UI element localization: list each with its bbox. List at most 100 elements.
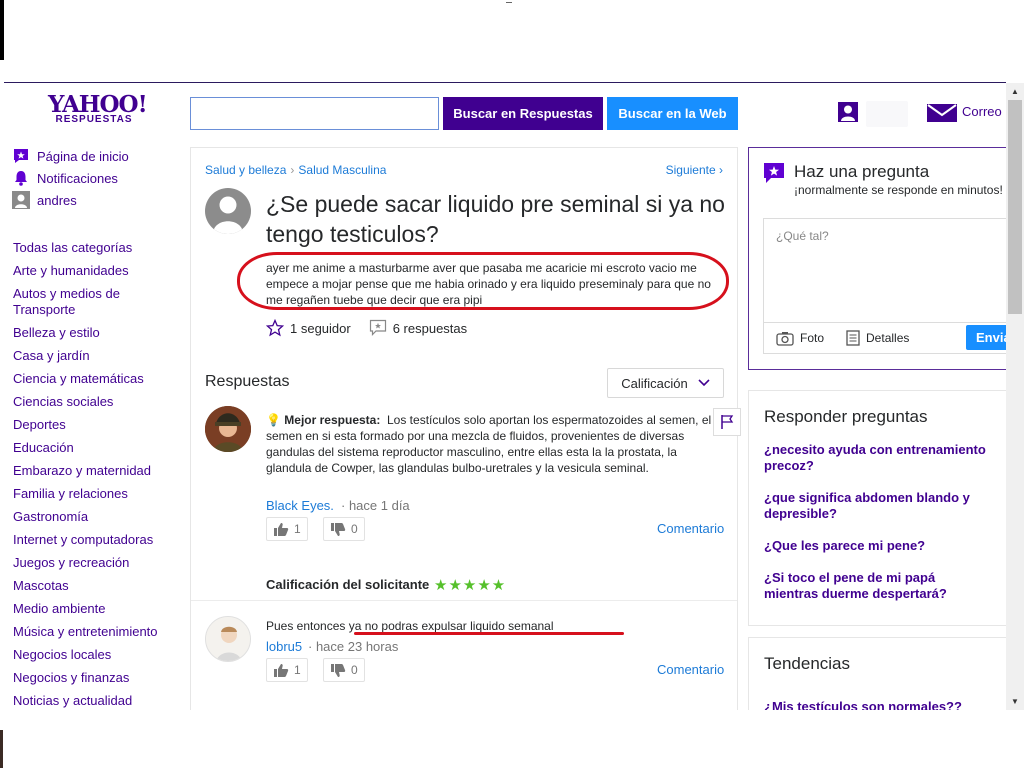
user-icon <box>12 191 30 209</box>
nav-profile[interactable]: andres <box>12 189 129 211</box>
thumbs-down-icon <box>331 663 346 677</box>
ask-subtitle: ¡normalmente se responde en minutos! <box>794 183 1003 197</box>
user-icon[interactable] <box>838 102 858 122</box>
answer-time: · hace 23 horas <box>308 639 399 654</box>
ask-textarea[interactable]: ¿Qué tal? <box>763 218 1006 322</box>
question-panel: Salud y belleza › Salud Masculina Siguient… <box>190 147 741 710</box>
trend-item[interactable]: ¿Mis testículos son normales?? <box>764 699 989 710</box>
upvote-count: 1 <box>294 522 301 536</box>
downvote-button[interactable]: 0 <box>323 517 365 541</box>
top-blank-strip <box>0 0 1024 82</box>
search-input[interactable] <box>190 97 439 130</box>
category-medio-ambiente[interactable]: Medio ambiente <box>13 601 173 617</box>
nav-home[interactable]: Página de inicio <box>12 145 129 167</box>
comment-link[interactable]: Comentario <box>657 521 724 536</box>
bottom-blank-strip <box>0 710 1024 768</box>
category-familia[interactable]: Familia y relaciones <box>13 486 173 502</box>
category-negocios-locales[interactable]: Negocios locales <box>13 647 173 663</box>
answer-text: Pues entonces ya no podras expulsar liqu… <box>266 619 554 633</box>
trends-title: Tendencias <box>764 654 851 673</box>
chevron-right-icon: › <box>719 163 723 177</box>
photo-label: Foto <box>800 331 825 345</box>
thumbs-up-icon <box>274 663 289 677</box>
category-educacion[interactable]: Educación <box>13 440 173 456</box>
mail-link[interactable]: Correo <box>962 104 1002 119</box>
category-ciencia[interactable]: Ciencia y matemáticas <box>13 371 173 387</box>
best-answer-label: Mejor respuesta: <box>284 413 381 427</box>
category-internet[interactable]: Internet y computadoras <box>13 532 173 548</box>
user-name-area[interactable] <box>866 101 908 127</box>
mail-icon[interactable] <box>927 104 957 122</box>
category-autos[interactable]: Autos y medios de Transporte <box>13 286 173 318</box>
ask-question-box: Haz una pregunta ¡normalmente se respond… <box>748 147 1006 370</box>
yahoo-respuestas-logo[interactable]: YAHOO! RESPUESTAS <box>48 93 148 125</box>
category-embarazo[interactable]: Embarazo y maternidad <box>13 463 173 479</box>
category-all[interactable]: Todas las categorías <box>13 240 173 256</box>
search-web-button[interactable]: Buscar en la Web <box>607 97 738 130</box>
search-answers-button[interactable]: Buscar en Respuestas <box>443 97 603 130</box>
document-icon <box>846 330 860 346</box>
answer-bubble-icon <box>369 319 386 336</box>
answer-divider <box>191 600 737 601</box>
window-edge <box>0 0 4 60</box>
photo-button[interactable]: Foto <box>776 331 824 346</box>
breadcrumb-salud-masculina[interactable]: Salud Masculina <box>298 163 386 177</box>
asker-rating-label: Calificación del solicitante <box>266 577 430 592</box>
lightbulb-icon: 💡 <box>266 413 281 427</box>
upvote-button[interactable]: 1 <box>266 658 308 682</box>
upvote-count: 1 <box>294 663 301 677</box>
red-annotation-underline <box>354 632 624 635</box>
category-musica[interactable]: Música y entretenimiento <box>13 624 173 640</box>
follow-button[interactable]: 1 seguidor <box>266 319 351 337</box>
category-mascotas[interactable]: Mascotas <box>13 578 173 594</box>
category-ciencias-sociales[interactable]: Ciencias sociales <box>13 394 173 410</box>
category-juegos[interactable]: Juegos y recreación <box>13 555 173 571</box>
downvote-count: 0 <box>351 522 358 536</box>
category-casa[interactable]: Casa y jardín <box>13 348 173 364</box>
asker-avatar[interactable] <box>205 188 251 234</box>
suggested-question[interactable]: ¿Que les parece mi pene? <box>764 538 989 554</box>
suggested-question[interactable]: ¿necesito ayuda con entrenamiento precoz… <box>764 442 989 474</box>
answers-count: 6 respuestas <box>392 320 468 336</box>
next-question-link[interactable]: Siguiente › <box>666 163 723 177</box>
details-label: Detalles <box>866 331 910 345</box>
scroll-up-arrow-icon[interactable]: ▲ <box>1006 83 1024 100</box>
comment-link[interactable]: Comentario <box>657 662 724 677</box>
nav-notifications[interactable]: Notificaciones <box>12 167 129 189</box>
category-arte[interactable]: Arte y humanidades <box>13 263 173 279</box>
rating-stars: ★★★★★ <box>434 577 507 594</box>
answer-questions-title: Responder preguntas <box>764 407 928 426</box>
nav-home-label: Página de inicio <box>37 148 129 164</box>
breadcrumb-salud-belleza[interactable]: Salud y belleza <box>205 163 286 177</box>
scroll-down-arrow-icon[interactable]: ▼ <box>1006 693 1024 710</box>
answerer-avatar[interactable] <box>205 616 251 662</box>
answer-questions-box: Responder preguntas ¿necesito ayuda con … <box>748 390 1006 626</box>
category-negocios-finanzas[interactable]: Negocios y finanzas <box>13 670 173 686</box>
trends-box: Tendencias ¿Mis testículos son normales?… <box>748 637 1006 710</box>
answerer-avatar[interactable] <box>205 406 251 452</box>
category-noticias[interactable]: Noticias y actualidad <box>13 693 173 709</box>
category-belleza[interactable]: Belleza y estilo <box>13 325 173 341</box>
ask-title: Haz una pregunta <box>794 162 930 181</box>
flag-button[interactable] <box>713 408 741 436</box>
upvote-button[interactable]: 1 <box>266 517 308 541</box>
downvote-button[interactable]: 0 <box>323 658 365 682</box>
answers-count-link[interactable]: 6 respuestas <box>369 319 467 337</box>
sort-dropdown[interactable]: Calificación <box>607 368 724 398</box>
answer-author[interactable]: lobru5 <box>266 639 302 654</box>
answer-author[interactable]: Black Eyes. <box>266 498 334 513</box>
details-button[interactable]: Detalles <box>846 330 909 346</box>
answers-heading: Respuestas <box>205 373 290 390</box>
star-outline-icon <box>266 319 284 337</box>
suggested-question[interactable]: ¿Si toco el pene de mi papá mientras due… <box>764 570 989 602</box>
suggested-question[interactable]: ¿que significa abdomen blando y depresib… <box>764 490 989 522</box>
thumbs-down-icon <box>331 522 346 536</box>
ask-placeholder: ¿Qué tal? <box>776 229 829 243</box>
minimize-mark <box>506 2 512 3</box>
scrollbar-thumb[interactable] <box>1008 100 1022 314</box>
category-gastronomia[interactable]: Gastronomía <box>13 509 173 525</box>
send-question-button[interactable]: Enviar <box>966 325 1006 350</box>
breadcrumb: Salud y belleza › Salud Masculina <box>205 163 386 177</box>
nav-top: Página de inicio Notificaciones andres <box>12 145 129 211</box>
category-deportes[interactable]: Deportes <box>13 417 173 433</box>
